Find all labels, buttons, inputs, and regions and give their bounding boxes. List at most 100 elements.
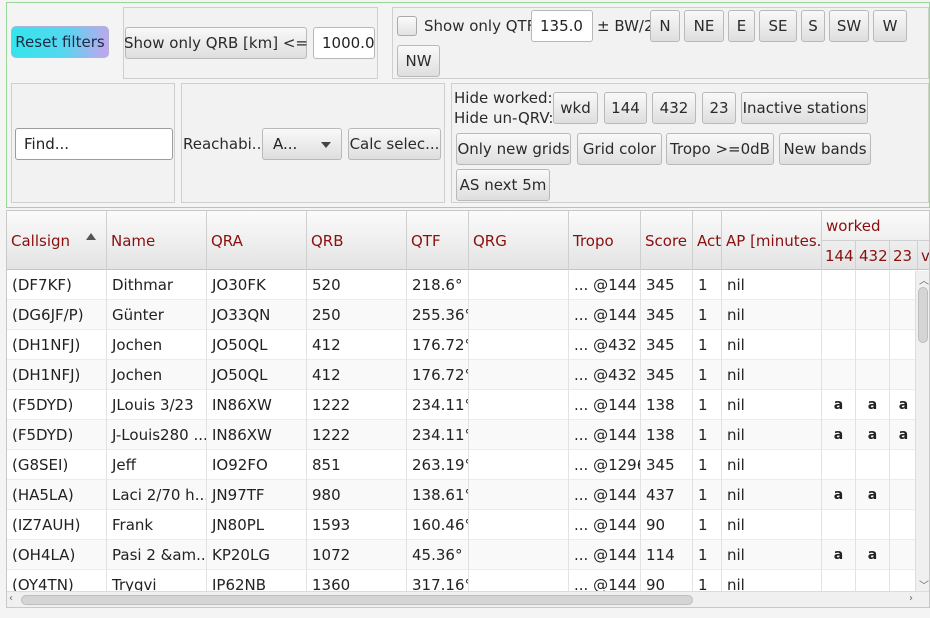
cell-w144 [822,300,856,330]
col-score[interactable]: Score [641,211,693,270]
dir-n-button[interactable]: N [650,10,680,42]
cell-name: Günter [107,300,207,330]
hide-23-button[interactable]: 23 [702,92,736,124]
dir-s-button[interactable]: S [801,10,825,42]
col-act[interactable]: Act [693,211,722,270]
cell-ap: nil [722,450,822,480]
col-worked-more[interactable]: v [918,240,929,270]
grid-color-button[interactable]: Grid color [577,133,662,165]
cell-act: 1 [693,300,722,330]
table-row[interactable]: (IZ7AUH) Frank JN80PL 1593 160.46° ... @144 90… [7,510,929,540]
cell-ap: nil [722,540,822,570]
cell-act: 1 [693,360,722,390]
cell-callsign: (G8SEI) [7,450,107,480]
col-worked-23[interactable]: 23 [890,240,918,270]
scroll-down-icon[interactable]: ﹀ [919,577,929,592]
scroll-left-icon[interactable]: ‹ [9,593,13,604]
scroll-up-icon[interactable]: ︿ [919,272,929,287]
dir-ne-button[interactable]: NE [684,10,724,42]
vertical-scroll-thumb[interactable] [918,287,928,343]
cell-w144 [822,330,856,360]
qtf-checkbox[interactable] [397,16,417,36]
col-worked[interactable]: worked [822,211,929,240]
col-tropo[interactable]: Tropo [569,211,641,270]
calc-selected-button[interactable]: Calc selec... [348,128,441,160]
cell-score: 345 [641,330,693,360]
col-qra[interactable]: QRA [207,211,307,270]
cell-qrg [469,300,569,330]
cell-w432 [856,270,890,300]
cell-act: 1 [693,270,722,300]
hide-144-button[interactable]: 144 [604,92,647,124]
cell-callsign: (DH1NFJ) [7,360,107,390]
cell-w23: a [890,420,918,450]
table-row[interactable]: (HA5LA) Laci 2/70 h... JN97TF 980 138.61°...… [7,480,929,510]
cell-tropo: ... @432 [569,330,641,360]
tropo-button[interactable]: Tropo >=0dB [666,133,774,165]
cell-qtf: 176.72° [407,330,469,360]
col-qrb[interactable]: QRB [307,211,407,270]
cell-ap: nil [722,360,822,390]
table-row[interactable]: (F5DYD) J-Louis280 ... IN86XW 1222 234.11°..… [7,420,929,450]
only-new-grids-button[interactable]: Only new grids [456,133,571,165]
cell-qrg [469,270,569,300]
col-callsign[interactable]: Callsign [7,211,107,270]
col-name[interactable]: Name [107,211,207,270]
col-worked-144[interactable]: 144 [822,240,856,270]
hide-wkd-button[interactable]: wkd [553,92,598,124]
table-row[interactable]: (G8SEI) Jeff IO92FO 851 263.19° ... @1296 345 1… [7,450,929,480]
reset-filters-button[interactable]: Reset filters [11,26,109,58]
dir-sw-button[interactable]: SW [829,10,869,42]
cell-callsign: (F5DYD) [7,420,107,450]
cell-name: J-Louis280 ... [107,420,207,450]
cell-qra: JN80PL [207,510,307,540]
cell-qrb: 520 [307,270,407,300]
filter-area: Reset filters Show only QRB [km] <= 1000… [6,2,930,208]
cell-name: Laci 2/70 h... [107,480,207,510]
find-input[interactable]: Find... [15,128,173,160]
table-row[interactable]: (DH1NFJ) Jochen JO50QL 412 176.72° ... @432 34… [7,360,929,390]
cell-qrg [469,450,569,480]
qrb-input[interactable]: 1000.0 [313,27,375,59]
col-qtf[interactable]: QTF [407,211,469,270]
cell-qra: IN86XW [207,420,307,450]
reachability-select[interactable]: A... [262,128,342,160]
vertical-scrollbar[interactable]: ︿ ﹀ [915,271,929,593]
inactive-stations-button[interactable]: Inactive stations [741,92,868,124]
cell-qrb: 851 [307,450,407,480]
col-worked-432[interactable]: 432 [856,240,890,270]
cell-w144: a [822,390,856,420]
cell-qra: JO33QN [207,300,307,330]
cell-qtf: 234.11° [407,420,469,450]
table-row[interactable]: (OH4LA) Pasi 2 &am... KP20LG 1072 45.36° ... … [7,540,929,570]
cell-callsign: (HA5LA) [7,480,107,510]
dir-nw-button[interactable]: NW [397,45,440,77]
dir-se-button[interactable]: SE [759,10,797,42]
table-row[interactable]: (F5DYD) JLouis 3/23 IN86XW 1222 234.11° ... @… [7,390,929,420]
cell-qtf: 176.72° [407,360,469,390]
table-row[interactable]: (DH1NFJ) Jochen JO50QL 412 176.72° ... @432 34… [7,330,929,360]
cell-act: 1 [693,390,722,420]
table-row[interactable]: (DG6JF/P) Günter JO33QN 250 255.36° ... @144 3… [7,300,929,330]
horizontal-scroll-thumb[interactable] [21,595,693,605]
cell-callsign: (DH1NFJ) [7,330,107,360]
scroll-right-icon[interactable]: › [909,593,913,604]
cell-qtf: 263.19° [407,450,469,480]
table-row[interactable]: (DF7KF) Dithmar JO30FK 520 218.6° ... @144 345… [7,270,929,300]
dir-e-button[interactable]: E [728,10,755,42]
dir-w-button[interactable]: W [873,10,907,42]
col-qrg[interactable]: QRG [469,211,569,270]
cell-score: 437 [641,480,693,510]
cell-qtf: 234.11° [407,390,469,420]
qtf-input[interactable]: 135.0 [531,10,593,42]
col-ap[interactable]: AP [minutes... [722,211,822,270]
new-bands-button[interactable]: New bands [779,133,871,165]
cell-qrg [469,540,569,570]
cell-w144 [822,270,856,300]
cell-name: Pasi 2 &am... [107,540,207,570]
col-callsign-label: Callsign [11,231,71,250]
as-next-button[interactable]: AS next 5m [456,169,550,201]
qrb-filter-button[interactable]: Show only QRB [km] <= [124,27,308,59]
hide-432-button[interactable]: 432 [652,92,696,124]
horizontal-scrollbar[interactable]: ‹ › [7,591,929,607]
